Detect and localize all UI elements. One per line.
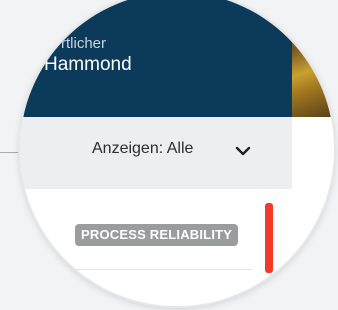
status-indicator-bar — [265, 203, 273, 273]
magnifier-lens: rtlicher Hammond Anzeigen: Alle PROCESS … — [20, 0, 334, 306]
page: rtlicher Hammond Anzeigen: Alle PROCESS … — [0, 0, 338, 310]
card-list: PROCESS RELIABILITY — [20, 189, 334, 306]
profile-photo — [292, 0, 334, 117]
role-label: rtlicher — [61, 35, 107, 52]
row-divider — [20, 269, 252, 270]
magnified-view: rtlicher Hammond Anzeigen: Alle PROCESS … — [20, 0, 334, 306]
person-name: Hammond — [44, 54, 132, 75]
category-tag: PROCESS RELIABILITY — [75, 224, 239, 246]
chevron-down-icon[interactable] — [234, 142, 252, 160]
filter-dropdown[interactable]: Anzeigen: Alle — [20, 117, 292, 189]
profile-header: rtlicher Hammond — [20, 0, 292, 117]
filter-side-panel — [292, 117, 334, 189]
filter-label: Anzeigen: Alle — [92, 140, 194, 157]
